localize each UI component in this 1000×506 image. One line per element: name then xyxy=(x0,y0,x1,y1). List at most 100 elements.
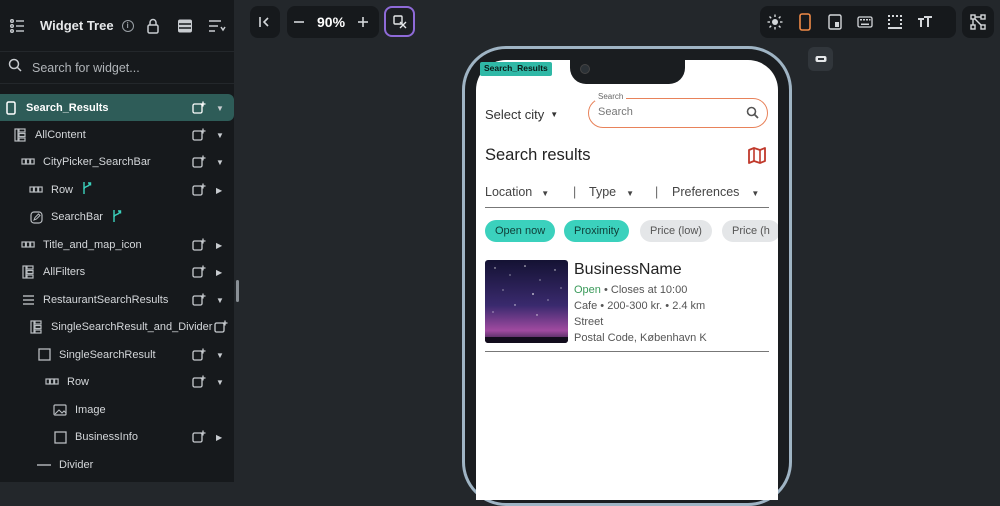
widget-search-input[interactable]: Search for widget... xyxy=(32,61,140,75)
add-widget-icon[interactable] xyxy=(192,183,206,197)
filter-separator: | xyxy=(573,185,577,199)
tree-item-row[interactable]: Row ▶ xyxy=(0,176,234,204)
tree-item-divider[interactable]: Divider xyxy=(0,451,234,479)
tree-item-singlesearchresult-and-divider[interactable]: SingleSearchResult_and_Divider xyxy=(0,314,234,342)
chevron-down-icon[interactable]: ▼ xyxy=(216,104,224,113)
open-status: Open xyxy=(574,284,601,296)
light-mode-icon[interactable] xyxy=(760,7,790,37)
search-icon xyxy=(8,58,22,77)
connections-icon[interactable] xyxy=(962,7,994,37)
text-scale-icon[interactable] xyxy=(910,7,940,37)
add-widget-icon[interactable] xyxy=(192,348,206,362)
tree-item-label: SingleSearchResult xyxy=(59,348,156,361)
list-view-icon xyxy=(21,293,35,307)
chip-open-now[interactable]: Open now xyxy=(485,220,556,242)
tree-item-label: CityPicker_SearchBar xyxy=(43,156,151,169)
chip-price-high[interactable]: Price (h xyxy=(722,220,778,242)
layout-icon[interactable] xyxy=(176,17,194,35)
row-icon xyxy=(29,183,43,197)
keyboard-icon[interactable] xyxy=(850,7,880,37)
sort-options-icon[interactable] xyxy=(208,17,226,35)
add-widget-icon[interactable] xyxy=(192,128,206,142)
chevron-right-icon[interactable]: ▶ xyxy=(216,186,224,195)
add-widget-icon[interactable] xyxy=(192,101,206,115)
app-screen[interactable]: Select city ▼ Search Search Search resul… xyxy=(476,60,778,500)
add-widget-icon[interactable] xyxy=(214,320,228,334)
lock-icon[interactable] xyxy=(144,17,162,35)
toggle-debug-button[interactable] xyxy=(384,6,415,37)
map-icon[interactable] xyxy=(748,147,766,169)
widget-search-bar[interactable]: Search for widget... xyxy=(0,52,234,84)
add-widget-icon[interactable] xyxy=(192,375,206,389)
tablet-device-icon[interactable] xyxy=(820,7,850,37)
selected-widget-tag[interactable]: Search_Results xyxy=(480,62,552,76)
add-widget-icon[interactable] xyxy=(192,265,206,279)
collapse-panel-icon[interactable] xyxy=(250,7,280,37)
page-title: Search results xyxy=(485,146,591,164)
tree-item-allcontent[interactable]: AllContent ▼ xyxy=(0,121,234,149)
zoom-level[interactable]: 90% xyxy=(311,14,351,30)
widget-tree-title: Widget Tree xyxy=(40,18,114,33)
phone-device-icon[interactable] xyxy=(790,7,820,37)
chevron-down-icon[interactable]: ▼ xyxy=(216,351,224,360)
filter-preferences[interactable]: Preferences ▼ xyxy=(672,185,759,199)
chevron-right-icon[interactable]: ▶ xyxy=(216,268,224,277)
container-icon xyxy=(37,348,51,362)
divider-icon xyxy=(37,458,51,472)
chip-price-low[interactable]: Price (low) xyxy=(640,220,712,242)
add-widget-icon[interactable] xyxy=(192,238,206,252)
tree-item-searchbar[interactable]: SearchBar xyxy=(0,204,234,232)
add-widget-icon[interactable] xyxy=(192,155,206,169)
tree-item-label: Image xyxy=(75,403,106,416)
city-picker-label: Select city xyxy=(485,107,545,122)
chevron-down-icon[interactable]: ▼ xyxy=(216,296,224,305)
zoom-out-button[interactable] xyxy=(287,7,311,37)
action-flow-icon[interactable] xyxy=(111,209,123,226)
tree-item-restaurantsearchresults[interactable]: RestaurantSearchResults ▼ xyxy=(0,286,234,314)
search-result-card[interactable]: BusinessName Open • Closes at 10:00 Cafe… xyxy=(485,260,769,352)
filter-type[interactable]: Type ▼ xyxy=(589,185,634,199)
camera-icon xyxy=(580,64,590,74)
tree-item-label: AllFilters xyxy=(43,266,86,279)
tree-item-search-results[interactable]: Search_Results ▼ xyxy=(0,94,234,121)
tree-item-label: Divider xyxy=(59,458,94,471)
business-name: BusinessName xyxy=(574,261,682,278)
grid-overlay-icon[interactable] xyxy=(880,7,910,37)
device-toolbar xyxy=(760,6,956,38)
tree-item-label: Row xyxy=(67,376,90,389)
tree-item-label: SearchBar xyxy=(51,211,103,224)
add-widget-icon[interactable] xyxy=(192,430,206,444)
tree-item-title-and-map-icon[interactable]: Title_and_map_icon ▶ xyxy=(0,231,234,259)
search-field[interactable]: Search Search xyxy=(588,92,768,128)
tree-item-citypicker-searchbar[interactable]: CityPicker_SearchBar ▼ xyxy=(0,149,234,177)
debug-icon xyxy=(386,7,413,37)
tree-list-icon[interactable] xyxy=(8,17,26,35)
chevron-down-icon[interactable]: ▼ xyxy=(216,131,224,140)
action-flow-icon[interactable] xyxy=(81,181,93,198)
tree-item-image[interactable]: Image xyxy=(0,396,234,424)
tree-item-singlesearchresult[interactable]: SingleSearchResult ▼ xyxy=(0,341,234,369)
tree-item-label: SingleSearchResult_and_Divider xyxy=(51,321,213,334)
chevron-right-icon[interactable]: ▶ xyxy=(216,241,224,250)
chevron-right-icon[interactable]: ▶ xyxy=(216,433,224,442)
chip-proximity[interactable]: Proximity xyxy=(564,220,630,242)
tree-item-allfilters[interactable]: AllFilters ▶ xyxy=(0,259,234,287)
dropdown-caret-icon: ▼ xyxy=(541,189,550,198)
add-widget-icon[interactable] xyxy=(192,293,206,307)
column-icon xyxy=(29,320,43,334)
widget-toggle-bubble[interactable] xyxy=(808,47,833,71)
chevron-down-icon[interactable]: ▼ xyxy=(216,158,224,167)
info-icon[interactable]: i xyxy=(121,19,134,32)
connections-group xyxy=(962,6,994,38)
sidebar-scrollbar[interactable] xyxy=(236,280,239,302)
tree-item-row[interactable]: Row ▼ xyxy=(0,369,234,397)
city-picker[interactable]: Select city ▼ xyxy=(485,107,558,122)
business-hours: Open • Closes at 10:00 xyxy=(574,284,687,296)
chevron-down-icon[interactable]: ▼ xyxy=(216,378,224,387)
zoom-in-button[interactable] xyxy=(351,7,375,37)
search-icon[interactable] xyxy=(746,106,759,124)
tree-item-businessinfo[interactable]: BusinessInfo ▶ xyxy=(0,424,234,452)
business-street: Street xyxy=(574,316,604,328)
filter-location[interactable]: Location ▼ xyxy=(485,185,549,199)
edit-field-icon xyxy=(29,210,43,224)
